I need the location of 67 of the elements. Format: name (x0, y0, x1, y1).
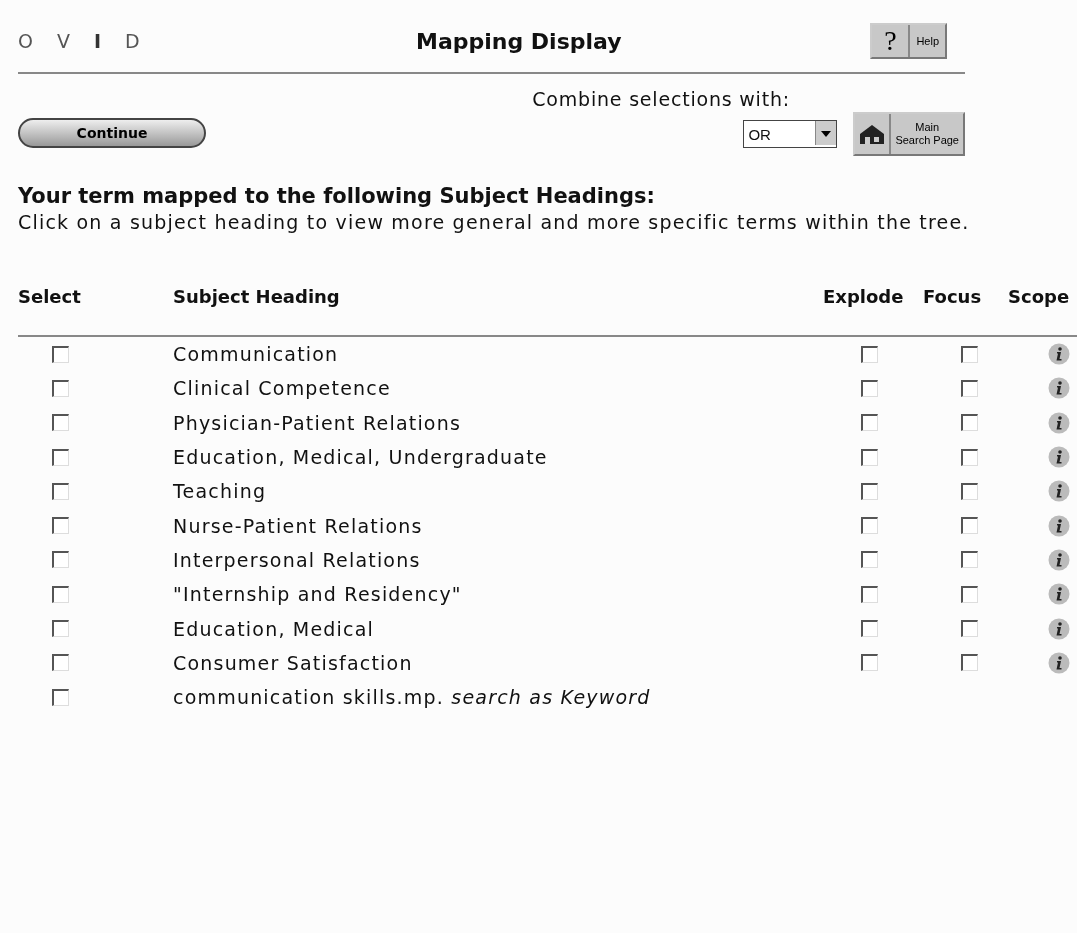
focus-checkbox[interactable] (961, 551, 978, 569)
explode-checkbox[interactable] (861, 654, 878, 672)
combine-label: Combine selections with: (532, 88, 790, 110)
explode-checkbox[interactable] (861, 482, 878, 500)
info-icon[interactable] (1048, 480, 1070, 503)
info-icon[interactable] (1048, 377, 1070, 400)
info-icon[interactable] (1048, 514, 1070, 537)
info-icon[interactable] (1048, 343, 1070, 366)
select-checkbox[interactable] (52, 414, 69, 432)
explode-checkbox[interactable] (861, 379, 878, 397)
keyword-search-text: communication skills.mp. search as Keyword (173, 686, 652, 709)
subject-heading-link[interactable]: Clinical Competence (173, 377, 823, 400)
subject-heading-link[interactable]: Education, Medical (173, 617, 823, 640)
explode-checkbox[interactable] (861, 345, 878, 363)
select-checkbox[interactable] (52, 688, 69, 706)
subject-heading-link[interactable]: Nurse-Patient Relations (173, 514, 823, 537)
focus-checkbox[interactable] (961, 620, 978, 637)
explode-checkbox[interactable] (861, 414, 878, 432)
help-button[interactable]: ? Help (870, 23, 947, 59)
info-icon[interactable] (1048, 446, 1070, 469)
column-header: Explode (823, 285, 905, 307)
explode-checkbox[interactable] (861, 585, 878, 603)
continue-button[interactable]: Continue (18, 118, 206, 148)
explode-checkbox[interactable] (861, 551, 878, 569)
info-icon[interactable] (1048, 617, 1070, 640)
column-header: Select (18, 285, 82, 307)
info-icon[interactable] (1048, 411, 1070, 434)
subject-heading-link[interactable]: "Internship and Residency" (173, 583, 823, 606)
subject-heading-link[interactable]: Communication (173, 343, 823, 366)
info-icon[interactable] (1048, 651, 1070, 674)
focus-checkbox[interactable] (961, 379, 978, 397)
select-checkbox[interactable] (52, 551, 69, 569)
focus-checkbox[interactable] (961, 345, 978, 363)
focus-checkbox[interactable] (961, 448, 978, 466)
info-icon[interactable] (1048, 583, 1070, 606)
column-header: Scope (1008, 285, 1071, 307)
section-heading: Your term mapped to the following Subject Headings: (18, 184, 656, 208)
column-header: Focus (923, 285, 983, 307)
combine-dropdown[interactable]: OR (743, 120, 838, 148)
focus-checkbox[interactable] (961, 482, 978, 500)
select-checkbox[interactable] (52, 482, 69, 500)
dropdown-caret-icon[interactable] (815, 121, 837, 145)
info-icon[interactable] (1048, 548, 1070, 571)
explode-checkbox[interactable] (861, 448, 878, 466)
ovid-logo: O V I D (18, 30, 141, 52)
focus-checkbox[interactable] (961, 517, 978, 535)
select-checkbox[interactable] (52, 448, 69, 466)
subject-heading-link[interactable]: Interpersonal Relations (173, 548, 823, 571)
instructions-text: Click on a subject heading to view more general and more specific terms within the tree. (18, 210, 971, 235)
select-checkbox[interactable] (52, 345, 69, 363)
focus-checkbox[interactable] (961, 414, 978, 432)
select-checkbox[interactable] (52, 585, 69, 603)
select-checkbox[interactable] (52, 379, 69, 397)
subject-heading-link[interactable]: Teaching (173, 480, 823, 503)
select-checkbox[interactable] (52, 654, 69, 672)
select-checkbox[interactable] (52, 517, 69, 535)
subject-heading-link[interactable]: Consumer Satisfaction (173, 651, 823, 674)
explode-checkbox[interactable] (861, 517, 878, 535)
focus-checkbox[interactable] (961, 585, 978, 603)
subject-heading-link[interactable]: Education, Medical, Undergraduate (173, 446, 823, 469)
explode-checkbox[interactable] (861, 620, 878, 637)
main-search-page-button[interactable]: Main Search Page (853, 112, 965, 156)
column-header: Subject Heading (173, 285, 341, 307)
page-title: Mapping Display (415, 28, 623, 54)
focus-checkbox[interactable] (961, 654, 978, 672)
subject-heading-link[interactable]: Physician-Patient Relations (173, 411, 823, 434)
select-checkbox[interactable] (52, 620, 69, 637)
